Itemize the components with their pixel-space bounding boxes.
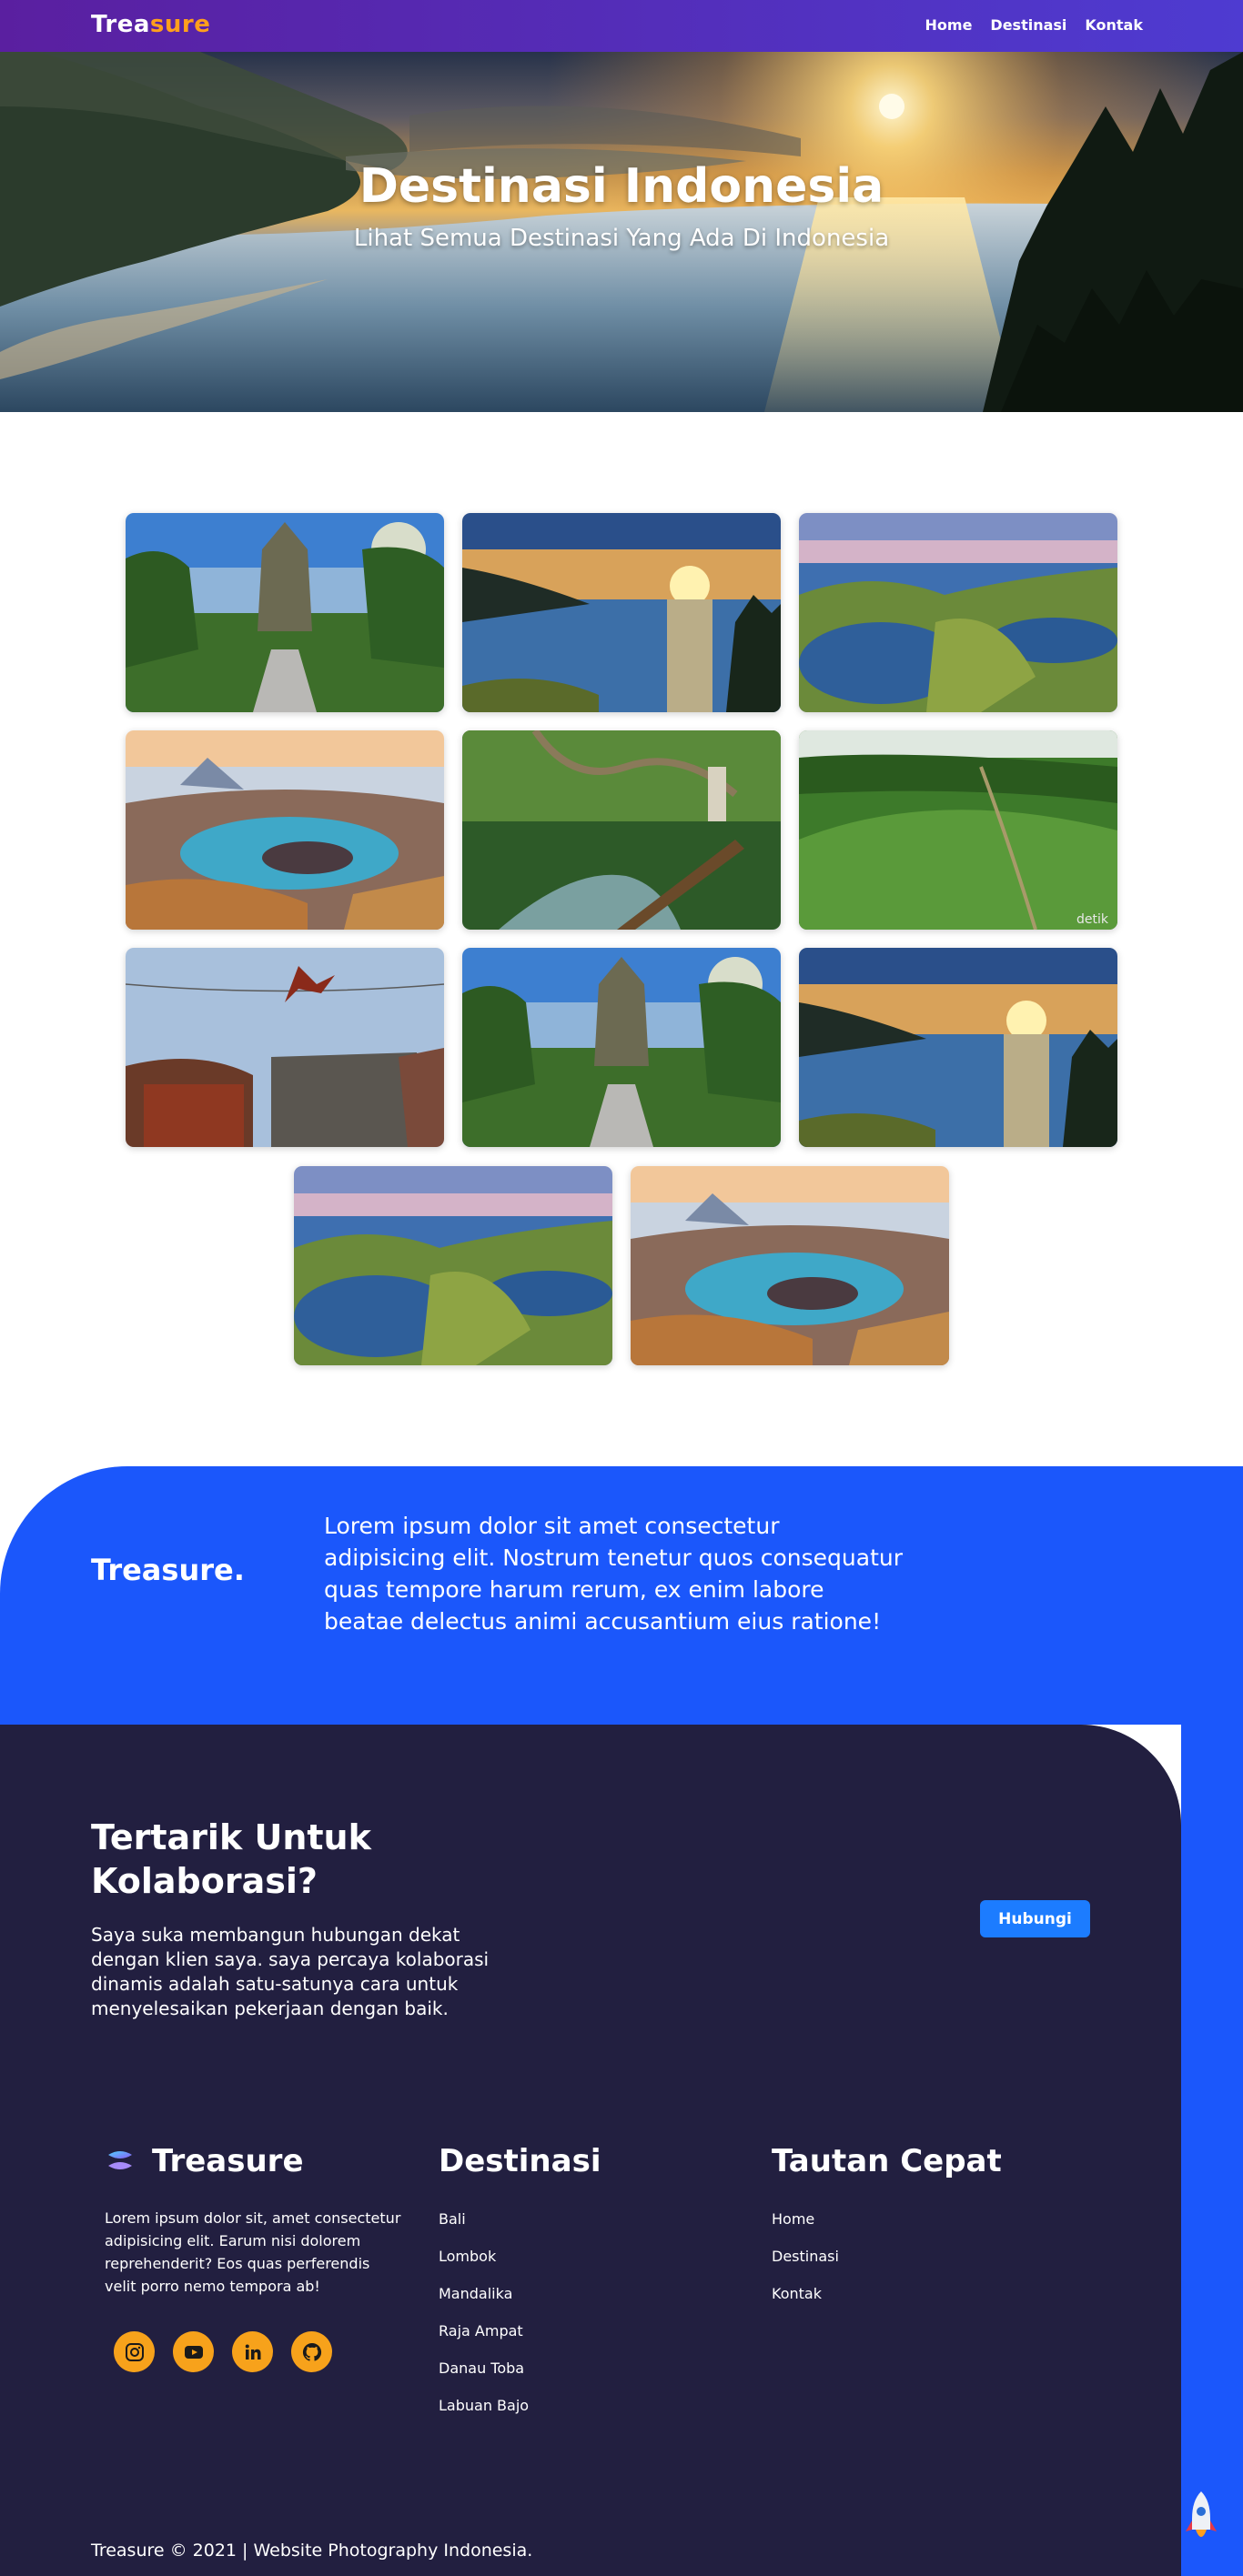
blue-side-strip: [1181, 1725, 1243, 2576]
cta-text: Saya suka membangun hubungan dekat denga…: [91, 1924, 490, 2019]
hero-banner: Destinasi Indonesia Lihat Semua Destinas…: [0, 52, 1243, 412]
crater-lake-image: [631, 1166, 949, 1365]
about-section: Treasure. Lorem ipsum dolor sit amet con…: [0, 1466, 1243, 1725]
cta-title: Tertarik Untuk Kolaborasi?: [91, 1817, 371, 1901]
crater-lake-image: [126, 730, 444, 930]
gallery-card-stone-jump[interactable]: [126, 948, 444, 1147]
gallery-card-lake-sunset[interactable]: [462, 513, 781, 712]
footer-link-home[interactable]: Home: [772, 2210, 839, 2248]
gallery-card-lake-sunset-2[interactable]: [799, 948, 1117, 1147]
linkedin-icon[interactable]: [232, 2331, 273, 2372]
social-links: [114, 2331, 332, 2372]
nav-destinasi[interactable]: Destinasi: [990, 16, 1066, 34]
hubungi-button[interactable]: Hubungi: [980, 1900, 1090, 1937]
about-brand: Treasure.: [91, 1553, 245, 1587]
gallery-card-temple-2[interactable]: [462, 948, 781, 1147]
hero-subtitle: Lihat Semua Destinasi Yang Ada Di Indone…: [353, 225, 890, 252]
footer-link-mandalika[interactable]: Mandalika: [439, 2285, 529, 2322]
gallery-card-crater-lake[interactable]: [126, 730, 444, 930]
footer-link-danau-toba[interactable]: Danau Toba: [439, 2360, 529, 2397]
brand-accent: sure: [149, 11, 211, 38]
gallery-card-jungle-river[interactable]: [462, 730, 781, 930]
hero-title: Destinasi Indonesia: [359, 159, 884, 214]
instagram-icon[interactable]: [114, 2331, 155, 2372]
footer-brand: Treasure: [105, 2143, 304, 2179]
destinasi-list: Bali Lombok Mandalika Raja Ampat Danau T…: [439, 2210, 529, 2434]
footer-section: Tertarik Untuk Kolaborasi? Saya suka mem…: [0, 1725, 1181, 2576]
youtube-icon[interactable]: [173, 2331, 214, 2372]
rocket-icon[interactable]: [1183, 2488, 1219, 2551]
gallery-card-bay-hills-2[interactable]: [294, 1166, 612, 1365]
footer-brand-text: Treasure: [152, 2143, 304, 2179]
tautan-cepat-title: Tautan Cepat: [772, 2143, 1002, 2179]
brand-main: Trea: [91, 11, 150, 38]
quick-links-list: Home Destinasi Kontak: [772, 2210, 839, 2322]
bay-hills-image: [294, 1166, 612, 1365]
watermark-text: detik: [1076, 912, 1109, 927]
green-hills-image: detik: [799, 730, 1117, 930]
footer-link-kontak[interactable]: Kontak: [772, 2285, 839, 2322]
lake-sunset-image: [462, 513, 781, 712]
footer-link-lombok[interactable]: Lombok: [439, 2248, 529, 2285]
brand-logo[interactable]: Treasure: [91, 11, 210, 38]
gallery-card-crater-lake-2[interactable]: [631, 1166, 949, 1365]
logo-icon: [108, 2151, 132, 2169]
github-icon[interactable]: [291, 2331, 332, 2372]
gallery-card-temple[interactable]: [126, 513, 444, 712]
footer-link-destinasi[interactable]: Destinasi: [772, 2248, 839, 2285]
lake-sunset-image: [799, 948, 1117, 1147]
footer-link-raja-ampat[interactable]: Raja Ampat: [439, 2322, 529, 2360]
about-text: Lorem ipsum dolor sit amet consectetur a…: [324, 1513, 903, 1635]
temple-image: [462, 948, 781, 1147]
footer-link-bali[interactable]: Bali: [439, 2210, 529, 2248]
temple-image: [126, 513, 444, 712]
footer-link-labuan-bajo[interactable]: Labuan Bajo: [439, 2397, 529, 2434]
bay-hills-image: [799, 513, 1117, 712]
jungle-river-image: [462, 730, 781, 930]
gallery-card-green-hills[interactable]: detik: [799, 730, 1117, 930]
nav-links: Home Destinasi Kontak: [925, 16, 1143, 34]
nav-home[interactable]: Home: [925, 16, 973, 34]
stone-jump-image: [126, 948, 444, 1147]
footer-description: Lorem ipsum dolor sit, amet consectetur …: [105, 2209, 401, 2295]
gallery-card-bay-hills[interactable]: [799, 513, 1117, 712]
navbar: Treasure Home Destinasi Kontak: [0, 0, 1243, 52]
nav-kontak[interactable]: Kontak: [1085, 16, 1143, 34]
copyright-text: Treasure © 2021 | Website Photography In…: [91, 2541, 533, 2561]
gallery-section: detik: [0, 412, 1243, 1466]
destinasi-title: Destinasi: [439, 2143, 601, 2179]
